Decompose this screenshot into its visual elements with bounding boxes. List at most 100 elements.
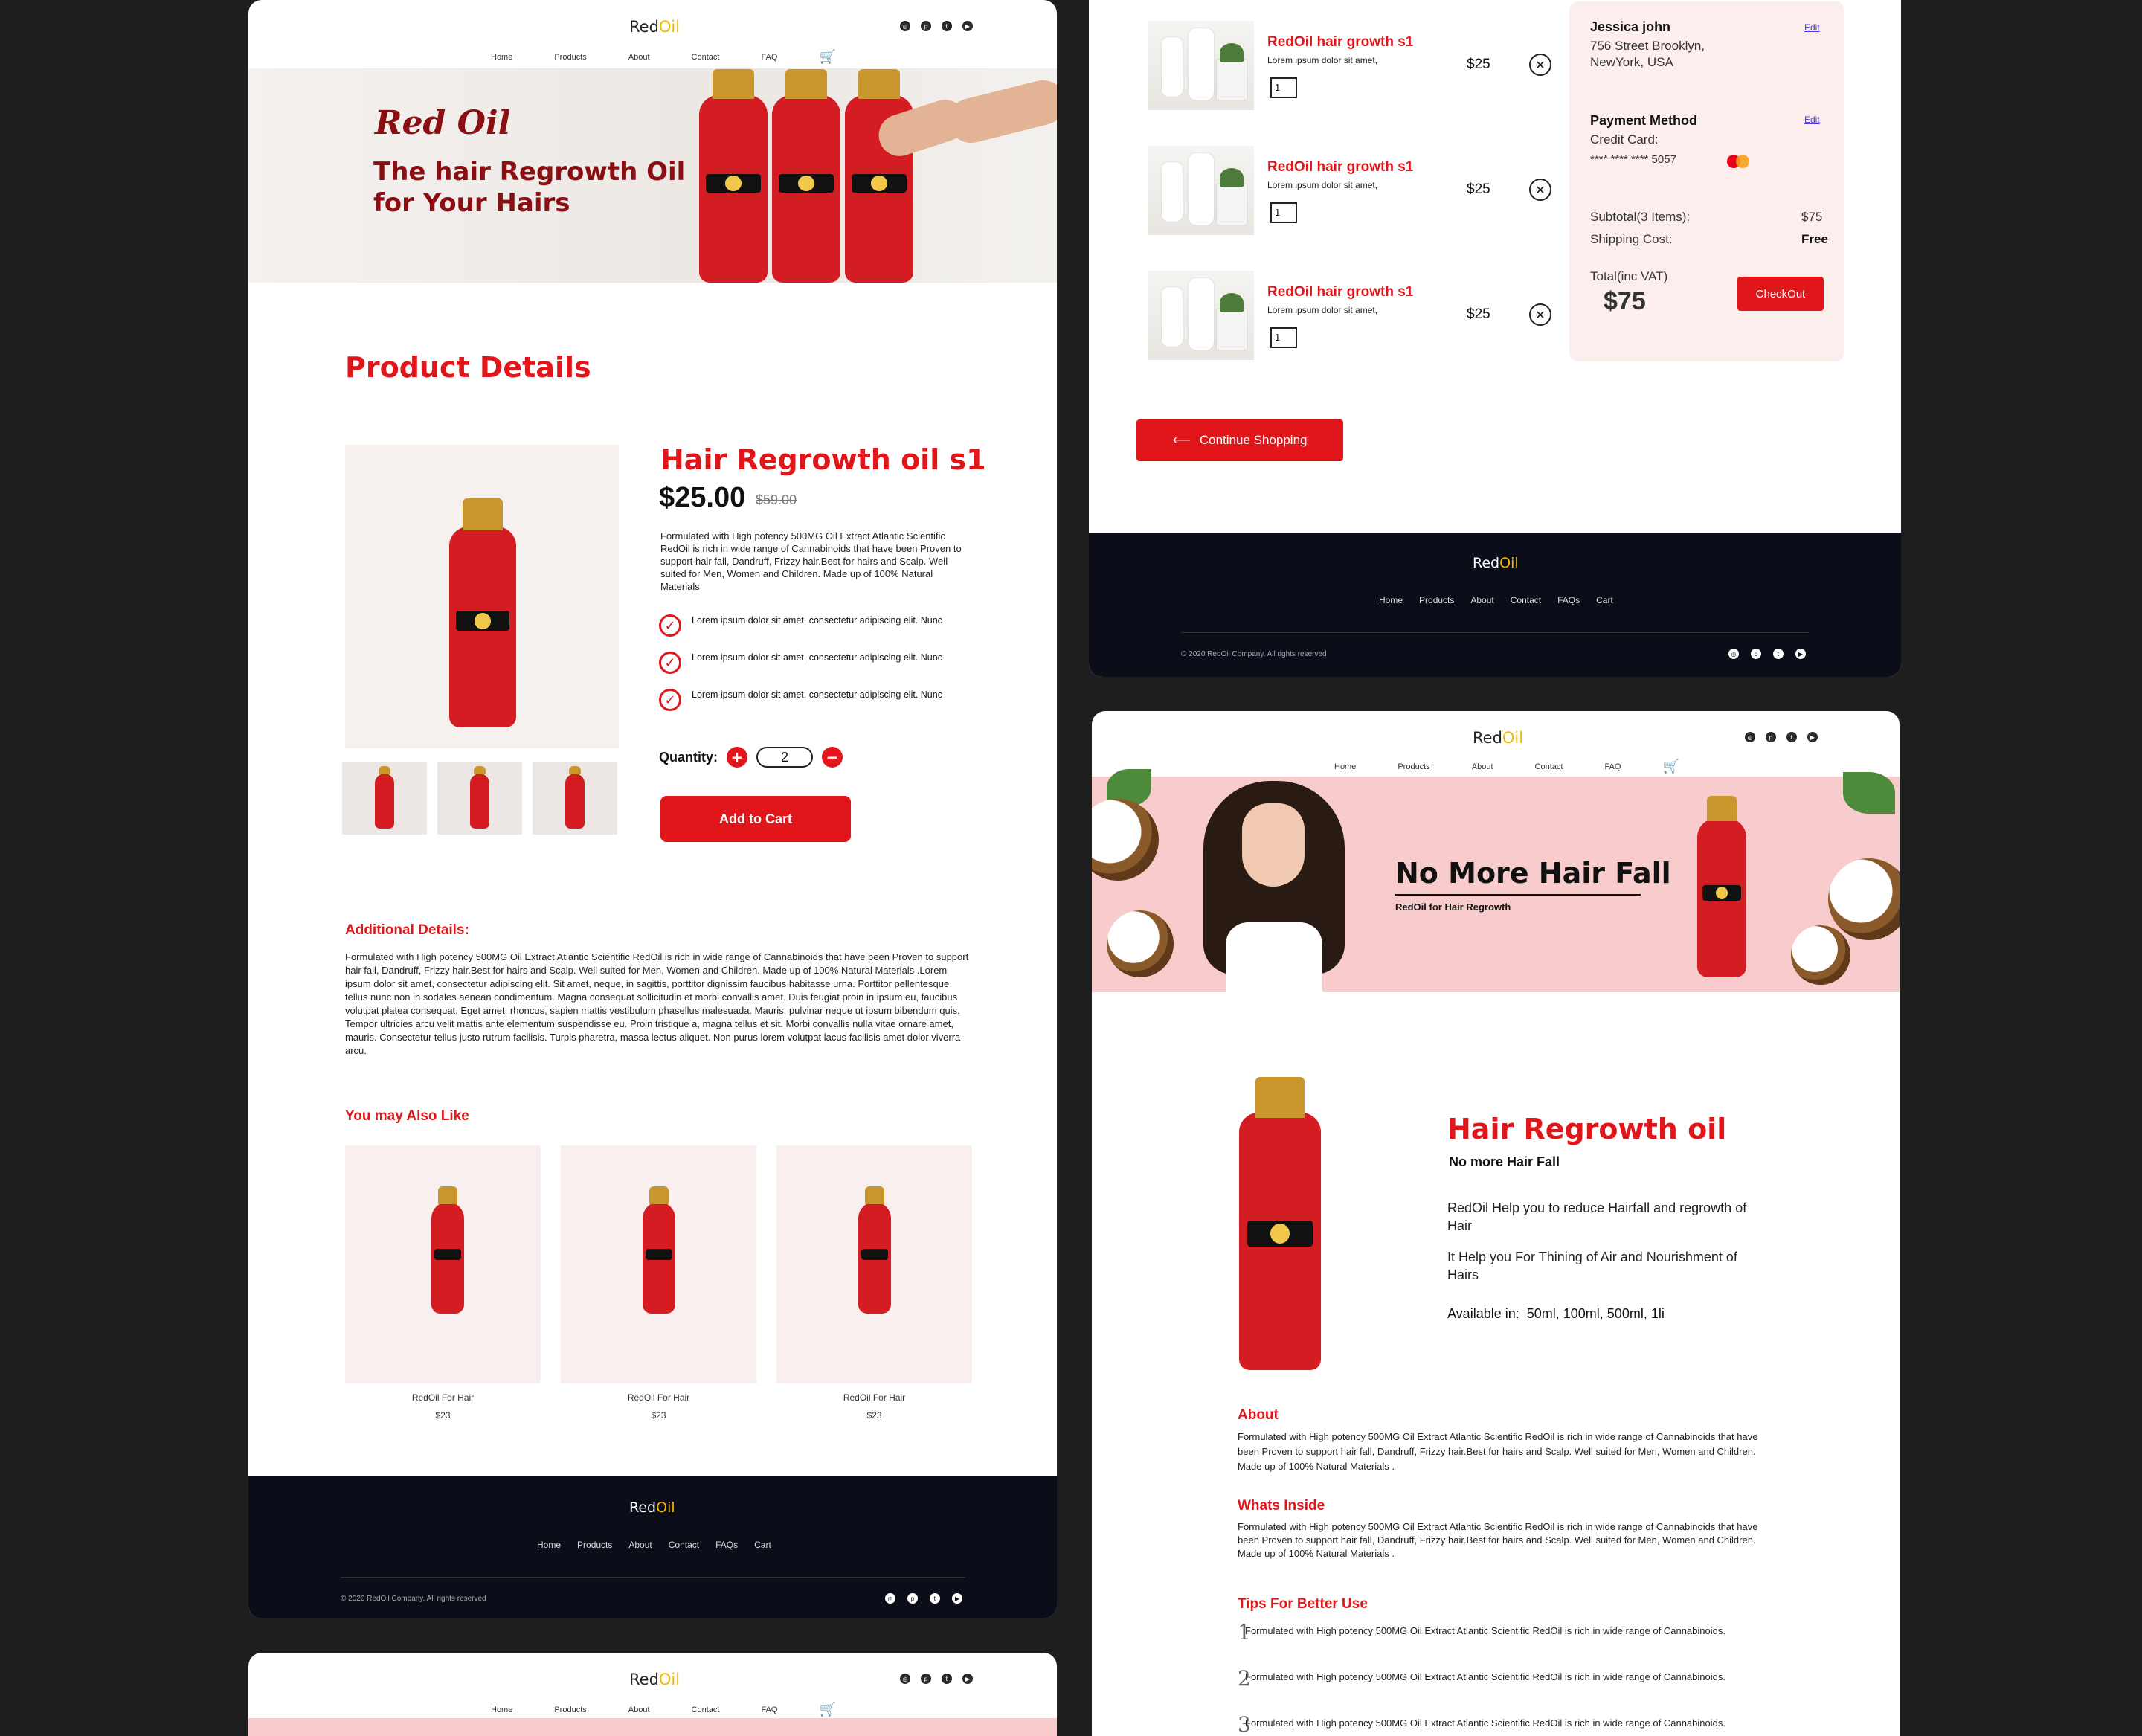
quantity-input[interactable]: 2 (756, 747, 813, 768)
pinterest-icon[interactable]: p (921, 21, 931, 31)
cart-item-qty[interactable]: 1 (1270, 327, 1297, 348)
nav-contact[interactable]: Contact (692, 53, 720, 62)
product-image (1239, 1076, 1321, 1370)
footer-link-contact[interactable]: Contact (1511, 595, 1541, 605)
hero-banner: No More Hair Fall RedOil for Hair Regrow… (1092, 769, 1900, 992)
quantity-label: Quantity: (659, 749, 718, 765)
hero-subtitle: RedOil for Hair Regrowth (1395, 901, 1511, 913)
logo[interactable]: RedOil (1473, 729, 1523, 747)
nav-products[interactable]: Products (554, 1706, 586, 1714)
about-title: About (1238, 1407, 1279, 1423)
footer-link-faqs[interactable]: FAQs (715, 1540, 738, 1550)
twitter-icon[interactable]: t (942, 1674, 952, 1684)
decrease-button[interactable]: − (822, 747, 843, 768)
instagram-icon[interactable]: ◎ (900, 1674, 910, 1684)
cart-item-title[interactable]: RedOil hair growth s1 (1267, 34, 1490, 51)
instagram-icon[interactable]: ◎ (900, 21, 910, 31)
instagram-icon[interactable]: ◎ (885, 1593, 895, 1604)
youtube-icon[interactable]: ▶ (1795, 649, 1806, 659)
edit-payment-link[interactable]: Edit (1804, 115, 1820, 125)
remove-item-icon[interactable]: ✕ (1529, 179, 1551, 201)
continue-shopping-label: Continue Shopping (1199, 433, 1308, 447)
remove-item-icon[interactable]: ✕ (1529, 303, 1551, 326)
nav-about[interactable]: About (1472, 762, 1493, 771)
cart-item-qty[interactable]: 1 (1270, 202, 1297, 223)
cart-item-title[interactable]: RedOil hair growth s1 (1267, 159, 1490, 176)
check-icon: ✓ (659, 652, 681, 674)
twitter-icon[interactable]: t (930, 1593, 940, 1604)
nav-home[interactable]: Home (1334, 762, 1356, 771)
footer-link-products[interactable]: Products (1419, 595, 1454, 605)
youtube-icon[interactable]: ▶ (952, 1593, 962, 1604)
related-product-card[interactable] (776, 1145, 972, 1383)
nav-products[interactable]: Products (554, 53, 586, 62)
cart-item-title[interactable]: RedOil hair growth s1 (1267, 284, 1490, 300)
nav-contact[interactable]: Contact (1535, 762, 1563, 771)
related-product-card[interactable] (561, 1145, 756, 1383)
footer-link-home[interactable]: Home (537, 1540, 561, 1550)
cart-icon[interactable]: 🛒 (819, 1702, 835, 1717)
nav-faq[interactable]: FAQ (1604, 762, 1621, 771)
subtotal-label: Subtotal(3 Items): (1590, 210, 1691, 224)
check-icon: ✓ (659, 614, 681, 637)
footer: RedOil Home Products About Contact FAQs … (1089, 533, 1901, 677)
cart-icon[interactable]: 🛒 (1662, 759, 1679, 774)
footer-link-products[interactable]: Products (577, 1540, 612, 1550)
hero-strip (248, 1718, 1057, 1736)
check-icon: ✓ (659, 689, 681, 711)
thumbnail-1[interactable] (342, 762, 427, 835)
thumbnail-2[interactable] (437, 762, 522, 835)
nav-about[interactable]: About (628, 53, 650, 62)
footer-link-home[interactable]: Home (1379, 595, 1403, 605)
related-name[interactable]: RedOil For Hair (345, 1392, 541, 1403)
pinterest-icon[interactable]: p (921, 1674, 931, 1684)
total-value: $75 (1604, 287, 1646, 315)
footer-logo[interactable]: RedOil (1473, 555, 1519, 571)
footer-link-cart[interactable]: Cart (1596, 595, 1613, 605)
remove-item-icon[interactable]: ✕ (1529, 54, 1551, 76)
logo[interactable]: RedOil (629, 1671, 680, 1688)
cart-icon[interactable]: 🛒 (819, 49, 835, 65)
nav-about[interactable]: About (628, 1706, 650, 1714)
thumbnail-3[interactable] (533, 762, 617, 835)
related-name[interactable]: RedOil For Hair (561, 1392, 756, 1403)
youtube-icon[interactable]: ▶ (962, 21, 973, 31)
footer-link-faqs[interactable]: FAQs (1557, 595, 1580, 605)
nav-faq[interactable]: FAQ (761, 53, 777, 62)
nav-faq[interactable]: FAQ (761, 1706, 777, 1714)
nav-products[interactable]: Products (1398, 762, 1429, 771)
instagram-icon[interactable]: ◎ (1728, 649, 1739, 659)
main-product-image[interactable] (345, 445, 619, 748)
product-subtitle: No more Hair Fall (1449, 1154, 1560, 1169)
pinterest-icon[interactable]: p (907, 1593, 918, 1604)
footer-link-about[interactable]: About (1470, 595, 1493, 605)
add-to-cart-button[interactable]: Add to Cart (660, 796, 851, 842)
increase-button[interactable]: + (727, 747, 747, 768)
twitter-icon[interactable]: t (1773, 649, 1784, 659)
footer-link-about[interactable]: About (628, 1540, 652, 1550)
nav-home[interactable]: Home (491, 53, 512, 62)
pinterest-icon[interactable]: p (1751, 649, 1761, 659)
footer-link-cart[interactable]: Cart (754, 1540, 771, 1550)
twitter-icon[interactable]: t (1786, 732, 1797, 742)
cart-item-image (1148, 146, 1254, 235)
footer-logo[interactable]: RedOil (629, 1499, 675, 1516)
logo[interactable]: RedOil (629, 18, 680, 36)
cart-item-price: $25 (1467, 181, 1490, 197)
tips-title: Tips For Better Use (1238, 1596, 1368, 1612)
youtube-icon[interactable]: ▶ (962, 1674, 973, 1684)
nav-contact[interactable]: Contact (692, 1706, 720, 1714)
related-name[interactable]: RedOil For Hair (776, 1392, 972, 1403)
nav-home[interactable]: Home (491, 1706, 512, 1714)
edit-address-link[interactable]: Edit (1804, 22, 1820, 33)
pinterest-icon[interactable]: p (1766, 732, 1776, 742)
checkout-button[interactable]: CheckOut (1737, 277, 1824, 311)
instagram-icon[interactable]: ◎ (1745, 732, 1755, 742)
twitter-icon[interactable]: t (942, 21, 952, 31)
cart-item-qty[interactable]: 1 (1270, 77, 1297, 98)
youtube-icon[interactable]: ▶ (1807, 732, 1818, 742)
related-product-card[interactable] (345, 1145, 541, 1383)
footer-link-contact[interactable]: Contact (669, 1540, 699, 1550)
footer-divider (341, 1577, 965, 1578)
continue-shopping-button[interactable]: ⟵ Continue Shopping (1136, 419, 1343, 461)
